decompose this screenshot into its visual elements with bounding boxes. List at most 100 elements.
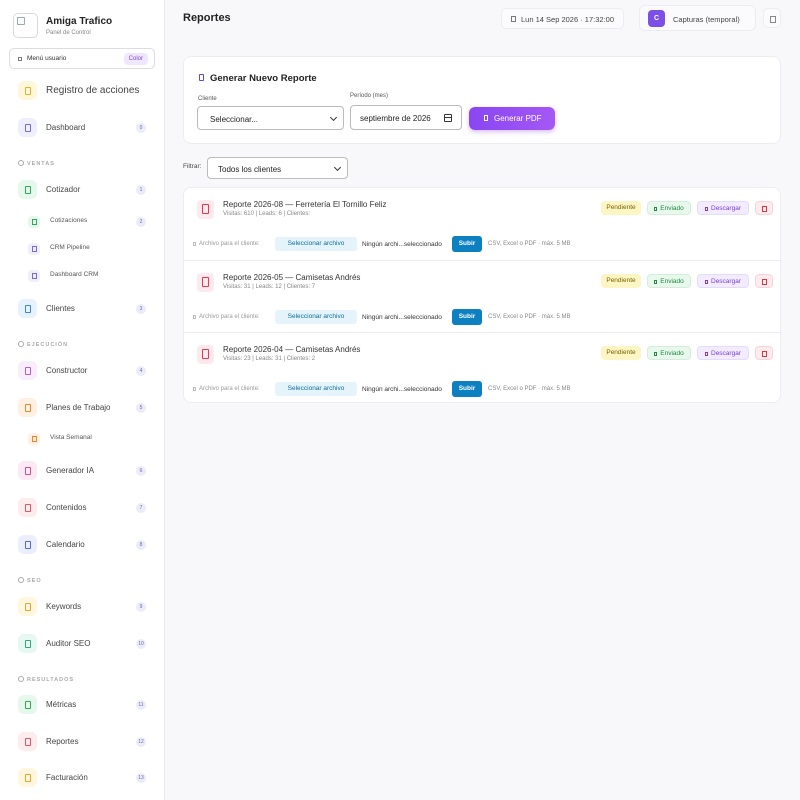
- download-icon: [705, 206, 708, 211]
- shortcut-badge: 7: [136, 503, 146, 513]
- sidebar: Amiga Trafico Panel de Control Menú usua…: [0, 0, 165, 800]
- builder-icon: [18, 361, 37, 380]
- file-icon: [484, 115, 488, 121]
- download-icon: [705, 279, 708, 284]
- send-icon: [654, 279, 658, 284]
- send-icon: [654, 206, 658, 211]
- select-file-button[interactable]: Seleccionar archivo: [275, 237, 357, 251]
- generate-report-title: Generar Nuevo Reporte: [210, 73, 317, 84]
- logo-icon: [13, 13, 38, 38]
- key-icon: [18, 597, 37, 616]
- upload-hint: CSV, Excel o PDF · máx. 5 MB: [488, 386, 571, 392]
- user-menu-toggle[interactable]: Menú usuario Color: [9, 48, 155, 69]
- delete-button[interactable]: [755, 201, 773, 215]
- generate-pdf-label: Generar PDF: [494, 114, 542, 123]
- top-header: Reportes Lun 14 Sep 2026 · 17:32:00 C Ca…: [165, 0, 800, 36]
- user-menu-label: Menú usuario: [27, 55, 67, 62]
- filter-client-select[interactable]: Todos los clientes: [207, 157, 348, 179]
- calendar-icon[interactable]: [444, 114, 452, 122]
- metrics-icon: [18, 695, 37, 714]
- plan-icon: [18, 398, 37, 417]
- report-title[interactable]: Reporte 2026-08 — Ferretería El Tornillo…: [223, 200, 386, 209]
- report-item: Reporte 2026-05 — Camisetas Andrés Visit…: [184, 260, 782, 332]
- upload-row: Archivo para el cliente: Seleccionar arc…: [193, 236, 783, 252]
- sidebar-item-label: Métricas: [46, 700, 77, 709]
- report-item: Reporte 2026-08 — Ferretería El Tornillo…: [184, 188, 782, 260]
- shortcut-badge: 12: [136, 737, 146, 747]
- upload-hint: CSV, Excel o PDF · máx. 5 MB: [488, 241, 571, 247]
- color-button[interactable]: Color: [123, 53, 148, 65]
- sidebar-item-label: Reportes: [46, 737, 79, 746]
- datetime-text: Lun 14 Sep 2026 · 17:32:00: [521, 15, 614, 24]
- shortcut-badge: 8: [136, 540, 146, 550]
- shortcut-badge: 11: [136, 700, 146, 710]
- download-button[interactable]: Descargar: [697, 274, 749, 288]
- sidebar-item-label: Planes de Trabajo: [46, 403, 111, 412]
- file-pdf-icon: [197, 273, 214, 292]
- generate-pdf-button[interactable]: Generar PDF: [469, 107, 555, 130]
- report-title[interactable]: Reporte 2026-04 — Camisetas Andrés: [223, 345, 360, 354]
- header-action-button[interactable]: [763, 8, 781, 28]
- user-chip[interactable]: C Capturas (temporal): [639, 5, 756, 31]
- select-file-button[interactable]: Seleccionar archivo: [275, 310, 357, 324]
- users-icon: [18, 299, 37, 318]
- gear-icon: [18, 341, 24, 347]
- upload-button[interactable]: Subir: [452, 381, 482, 397]
- sent-button[interactable]: Enviado: [647, 201, 691, 215]
- report-title[interactable]: Reporte 2026-05 — Camisetas Andrés: [223, 273, 360, 282]
- upload-row: Archivo para el cliente: Seleccionar arc…: [193, 381, 783, 397]
- periodo-label: Período (mes): [350, 93, 389, 99]
- sidebar-item-label: Keywords: [46, 602, 82, 611]
- download-button[interactable]: Descargar: [697, 346, 749, 360]
- file-pdf-icon: [197, 345, 214, 364]
- attachment-icon: [193, 386, 196, 391]
- clock-icon: [511, 16, 516, 22]
- status-badge: Pendiente: [601, 274, 641, 288]
- page-title: Reportes: [183, 12, 231, 24]
- attachment-icon: [193, 314, 196, 319]
- ai-icon: [18, 461, 37, 480]
- audit-icon: [18, 634, 37, 653]
- upload-button[interactable]: Subir: [452, 309, 482, 325]
- status-badge: Pendiente: [601, 346, 641, 360]
- user-name: Capturas (temporal): [673, 15, 740, 24]
- shortcut-badge: 0: [136, 123, 146, 133]
- delete-button[interactable]: [755, 346, 773, 360]
- ventas-icon: [18, 160, 24, 166]
- dashboard-icon: [18, 118, 37, 137]
- upload-button[interactable]: Subir: [452, 236, 482, 252]
- sidebar-item-label: Registro de acciones: [46, 85, 140, 96]
- report-icon: [18, 732, 37, 751]
- section-seo: SEO: [18, 577, 42, 584]
- reports-list: Reporte 2026-08 — Ferretería El Tornillo…: [183, 187, 783, 403]
- report-meta: Visitas: 23 | Leads: 31 | Clientes: 2: [223, 356, 316, 362]
- shortcut-badge: 3: [136, 304, 146, 314]
- datetime-display: Lun 14 Sep 2026 · 17:32:00: [501, 8, 624, 29]
- upload-hint: CSV, Excel o PDF · máx. 5 MB: [488, 314, 571, 320]
- section-resultados: RESULTADOS: [18, 676, 74, 683]
- filter-select-value: Todos los clientes: [218, 165, 282, 174]
- menu-icon: [18, 57, 22, 61]
- cliente-select[interactable]: Seleccionar...: [197, 106, 344, 130]
- status-badge: Pendiente: [601, 201, 641, 215]
- log-icon: [18, 81, 37, 100]
- brand-title: Amiga Trafico: [46, 16, 113, 27]
- no-file-text: Ningún archi...seleccionado: [362, 314, 442, 321]
- list-icon: [28, 216, 40, 228]
- avatar: C: [648, 10, 665, 27]
- select-file-button[interactable]: Seleccionar archivo: [275, 382, 357, 396]
- no-file-text: Ningún archi...seleccionado: [362, 386, 442, 393]
- section-ejecucion: EJECUCIÓN: [18, 341, 68, 348]
- shortcut-badge: 2: [136, 217, 146, 227]
- sidebar-subitem-label: Cotizaciones: [50, 217, 88, 224]
- periodo-month-input[interactable]: septiembre de 2026: [350, 105, 462, 130]
- download-button[interactable]: Descargar: [697, 201, 749, 215]
- upload-label: Archivo para el cliente:: [193, 314, 260, 320]
- upload-label: Archivo para el cliente:: [193, 386, 260, 392]
- report-meta: Visitas: 31 | Leads: 12 | Clientes: 7: [223, 284, 316, 290]
- sidebar-subitem-label: CRM Pipeline: [50, 244, 90, 251]
- sent-button[interactable]: Enviado: [647, 346, 691, 360]
- sent-button[interactable]: Enviado: [647, 274, 691, 288]
- delete-button[interactable]: [755, 274, 773, 288]
- section-ventas: VENTAS: [18, 160, 55, 167]
